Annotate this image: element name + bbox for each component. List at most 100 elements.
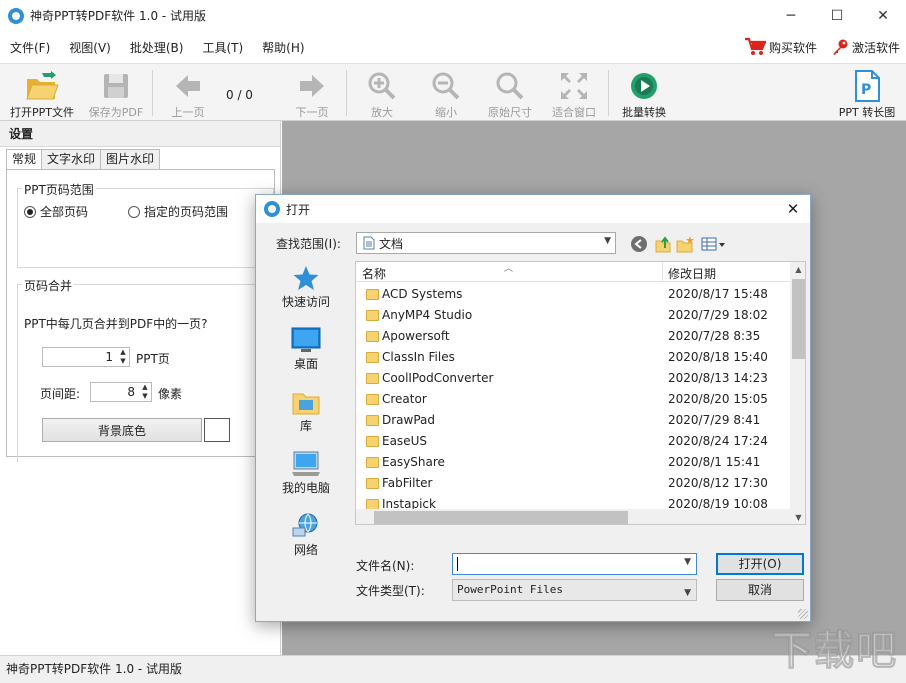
look-in-dropdown[interactable]: 文档 ▼ xyxy=(356,232,616,254)
batch-convert-button[interactable]: 批量转换 xyxy=(616,64,672,122)
menu-right-group: 购买软件 激活软件 xyxy=(744,31,900,63)
scrollbar-thumb[interactable] xyxy=(792,279,805,359)
place-network[interactable]: 网络 xyxy=(270,511,342,558)
open-file-dialog: 打开 ✕ 查找范围(I): 文档 ▼ 快速访问 桌面 库 我的电脑 网络 ︿ 名… xyxy=(255,194,811,622)
place-desktop[interactable]: 桌面 xyxy=(270,325,342,372)
library-icon xyxy=(292,393,320,415)
column-name-header[interactable]: 名称 xyxy=(362,265,386,282)
file-name: EasyShare xyxy=(382,455,445,469)
file-list-row[interactable]: EaseUS 2020/8/24 17:24 xyxy=(356,431,790,452)
original-size-label: 原始尺寸 xyxy=(488,106,532,119)
sort-ascending-icon: ︿ xyxy=(504,264,514,274)
spacing-value: 8 xyxy=(127,385,135,399)
arrow-left-icon xyxy=(176,75,200,97)
prev-page-label: 上一页 xyxy=(171,106,205,119)
menu-tools[interactable]: 工具(T) xyxy=(192,39,252,56)
activate-software-label: 激活软件 xyxy=(851,40,900,55)
back-icon[interactable] xyxy=(630,235,648,253)
file-list-row[interactable]: FabFilter 2020/8/12 17:30 xyxy=(356,473,790,494)
star-icon xyxy=(293,266,319,290)
file-modified-date: 2020/8/20 15:05 xyxy=(668,392,768,406)
file-list-row[interactable]: EasyShare 2020/8/1 15:41 xyxy=(356,452,790,473)
svg-text:P: P xyxy=(861,82,871,98)
activate-software-link[interactable]: 激活软件 xyxy=(831,38,900,56)
ppt-long-image-button[interactable]: P PPT 转长图 xyxy=(832,64,902,122)
open-button[interactable]: 打开(O) xyxy=(716,553,804,575)
close-button[interactable]: ✕ xyxy=(860,0,906,31)
bg-color-swatch[interactable] xyxy=(204,418,230,442)
specified-range-radio[interactable]: 指定的页码范围 xyxy=(128,203,228,220)
fit-window-button[interactable]: 适合窗口 xyxy=(546,64,602,122)
file-list-row[interactable]: DrawPad 2020/7/29 8:41 xyxy=(356,410,790,431)
all-pages-radio[interactable]: 全部页码 xyxy=(24,203,88,220)
up-folder-icon[interactable] xyxy=(654,235,672,253)
filetype-select[interactable]: PowerPoint Files ▼ xyxy=(452,579,697,601)
scrollbar-thumb[interactable] xyxy=(374,511,628,524)
file-modified-date: 2020/8/17 15:48 xyxy=(668,287,768,301)
menu-batch[interactable]: 批处理(B) xyxy=(120,39,193,56)
menu-file[interactable]: 文件(F) xyxy=(0,39,59,56)
scroll-down-icon[interactable]: ▼ xyxy=(790,510,805,524)
view-menu-icon[interactable] xyxy=(700,235,728,253)
file-name: CoolIPodConverter xyxy=(382,371,494,385)
place-quick-access[interactable]: 快速访问 xyxy=(270,263,342,310)
stepper-arrows-icon[interactable]: ▲ ▼ xyxy=(139,383,151,401)
app-logo-icon xyxy=(8,7,24,24)
file-modified-date: 2020/8/13 14:23 xyxy=(668,371,768,385)
menu-help[interactable]: 帮助(H) xyxy=(252,39,313,56)
tab-image-watermark[interactable]: 图片水印 xyxy=(100,149,161,169)
file-list-row[interactable]: AnyMP4 Studio 2020/7/29 18:02 xyxy=(356,305,790,326)
buy-software-link[interactable]: 购买软件 xyxy=(744,37,817,57)
minimize-button[interactable]: ─ xyxy=(768,0,814,31)
file-list-row[interactable]: ACD Systems 2020/8/17 15:48 xyxy=(356,284,790,305)
cancel-button[interactable]: 取消 xyxy=(716,579,804,601)
maximize-button[interactable]: ☐ xyxy=(814,0,860,31)
folder-icon xyxy=(366,352,379,363)
original-size-button[interactable]: 原始尺寸 xyxy=(482,64,538,122)
document-icon xyxy=(363,236,375,250)
ppt-document-icon: P xyxy=(855,70,880,102)
filename-input[interactable]: ▼ xyxy=(452,553,697,575)
place-network-label: 网络 xyxy=(293,543,318,557)
bg-color-button[interactable]: 背景底色 xyxy=(42,418,202,442)
horizontal-scrollbar[interactable] xyxy=(356,509,790,524)
toolbar-separator xyxy=(346,70,347,116)
file-list-row[interactable]: Apowersoft 2020/7/28 8:35 xyxy=(356,326,790,347)
settings-header: 设置 xyxy=(0,121,280,147)
file-list-row[interactable]: ClassIn Files 2020/8/18 15:40 xyxy=(356,347,790,368)
file-name: FabFilter xyxy=(382,476,433,490)
zoom-in-label: 放大 xyxy=(371,106,393,119)
spacing-stepper[interactable]: 8 ▲ ▼ xyxy=(90,382,152,402)
scroll-up-icon[interactable]: ▲ xyxy=(790,262,805,278)
menu-bar: 文件(F) 视图(V) 批处理(B) 工具(T) 帮助(H) 购买软件 激活软件 xyxy=(0,31,906,63)
column-date-header[interactable]: 修改日期 xyxy=(668,265,716,282)
network-globe-icon xyxy=(292,513,318,537)
next-page-button[interactable]: 下一页 xyxy=(288,64,336,122)
prev-page-button[interactable]: 上一页 xyxy=(164,64,212,122)
column-divider[interactable] xyxy=(662,262,663,282)
chevron-down-icon[interactable]: ▼ xyxy=(684,557,691,567)
folder-icon xyxy=(366,394,379,405)
stepper-arrows-icon[interactable]: ▲ ▼ xyxy=(117,348,129,366)
page-merge-group: 页码合并 PPT中每几页合并到PDF中的一页? 1 ▲ ▼ PPT页 页间距: 8… xyxy=(17,277,274,462)
save-pdf-button[interactable]: 保存为PDF xyxy=(84,64,148,122)
filetype-label: 文件类型(T): xyxy=(356,584,425,598)
new-folder-icon[interactable] xyxy=(676,235,694,253)
spacing-unit-label: 像素 xyxy=(158,387,183,401)
zoom-out-button[interactable]: 缩小 xyxy=(422,64,470,122)
file-name: EaseUS xyxy=(382,434,427,448)
tab-text-watermark[interactable]: 文字水印 xyxy=(41,149,102,169)
menu-view[interactable]: 视图(V) xyxy=(59,39,120,56)
tab-general[interactable]: 常规 xyxy=(6,149,43,170)
pages-unit-label: PPT页 xyxy=(136,352,170,366)
place-libraries[interactable]: 库 xyxy=(270,387,342,434)
vertical-scrollbar[interactable]: ▲ ▼ xyxy=(790,262,805,524)
dialog-close-button[interactable]: ✕ xyxy=(782,198,804,220)
open-ppt-button[interactable]: 打开PPT文件 xyxy=(4,64,80,122)
save-disk-icon xyxy=(104,74,128,98)
file-list-row[interactable]: Creator 2020/8/20 15:05 xyxy=(356,389,790,410)
zoom-in-button[interactable]: 放大 xyxy=(358,64,406,122)
pages-per-sheet-stepper[interactable]: 1 ▲ ▼ xyxy=(42,347,130,367)
place-my-computer[interactable]: 我的电脑 xyxy=(270,449,342,496)
file-list-row[interactable]: CoolIPodConverter 2020/8/13 14:23 xyxy=(356,368,790,389)
